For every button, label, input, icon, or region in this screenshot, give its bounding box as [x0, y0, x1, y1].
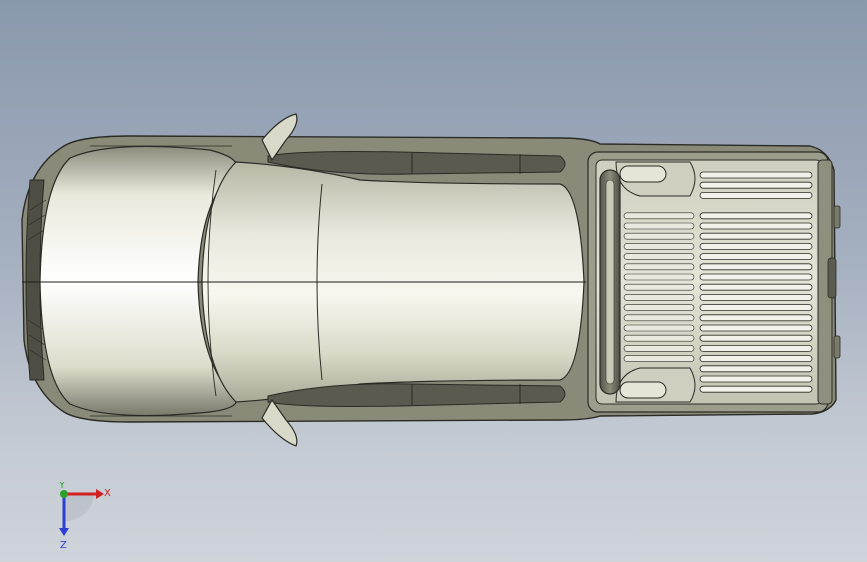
bed-rib: [699, 273, 813, 281]
coordinate-triad: X Z Y: [58, 482, 111, 551]
bed-rib: [699, 293, 813, 301]
bed-rib: [699, 253, 813, 261]
bed-rib-short: [623, 232, 695, 240]
bed-rib-short: [623, 283, 695, 291]
y-axis-dot: [60, 490, 68, 498]
bed-rib: [699, 375, 813, 383]
bed-rib-short: [623, 273, 695, 281]
bed-rib: [699, 304, 813, 312]
bed-rib-short: [623, 222, 695, 230]
z-axis-arrow: [59, 528, 69, 536]
bed-rib: [699, 232, 813, 240]
bed-rib: [699, 314, 813, 322]
bed-rib: [699, 355, 813, 363]
bed-rib: [699, 385, 813, 393]
bed-rib: [699, 263, 813, 271]
bed-rib-short: [623, 294, 695, 301]
bed-rib-short: [623, 334, 695, 342]
bed-rib-short: [623, 212, 695, 220]
bed-rib: [699, 365, 813, 373]
triad-shadow: [64, 494, 94, 522]
y-axis-label: Y: [58, 482, 66, 491]
bed-rib: [699, 324, 813, 332]
x-axis-label: X: [104, 488, 111, 499]
bed-rib: [699, 283, 813, 291]
bed-rib-short: [623, 253, 695, 260]
bed-rib: [699, 222, 813, 230]
bed-rib: [699, 242, 813, 250]
bed-rib-short: [623, 263, 695, 271]
x-axis-arrow: [96, 489, 104, 499]
bed-rib: [699, 181, 813, 189]
bed-rib-short: [623, 304, 695, 311]
truck-bed: [587, 151, 841, 413]
bed-rib: [699, 334, 813, 342]
bed-rib-short: [623, 324, 695, 332]
bed-rib: [699, 344, 813, 352]
model-viewport[interactable]: [0, 0, 867, 562]
bed-rib-short: [623, 355, 695, 362]
bed-rib-short: [623, 345, 695, 352]
bed-rib: [699, 171, 813, 179]
z-axis-label: Z: [60, 540, 67, 551]
bed-rib: [699, 191, 813, 199]
bed-rib: [699, 212, 813, 220]
bed-rib-short: [623, 314, 695, 322]
bed-rib-short: [623, 243, 695, 250]
